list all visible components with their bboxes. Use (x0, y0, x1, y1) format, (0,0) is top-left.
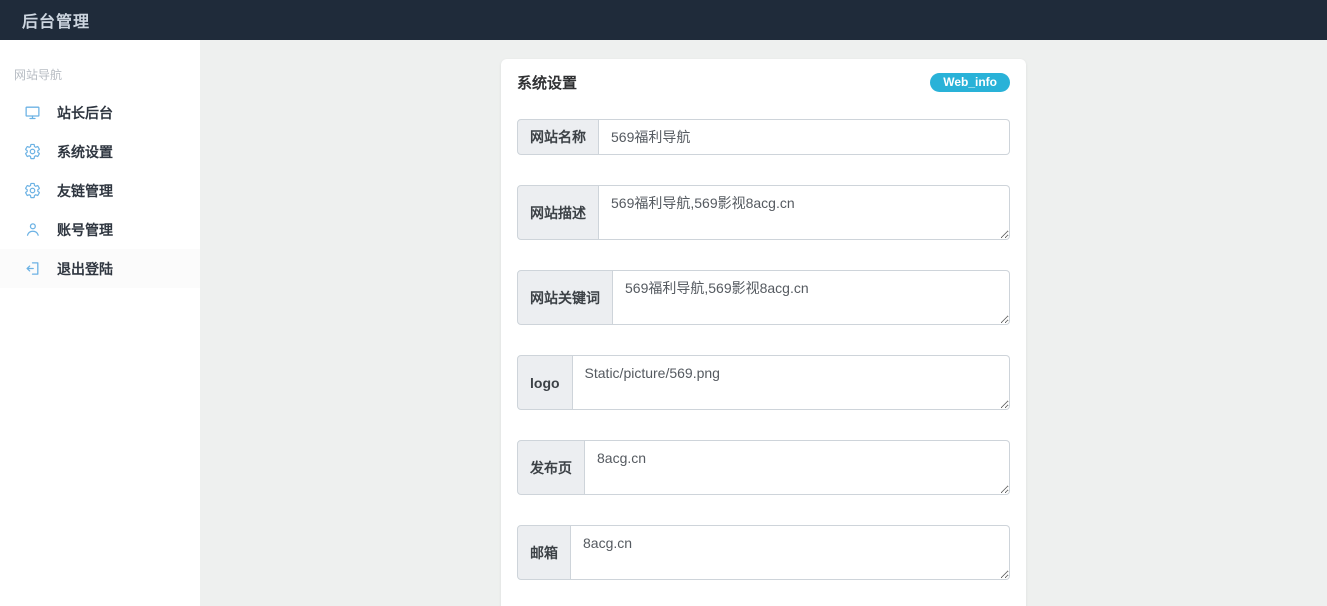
field-input-5[interactable] (585, 440, 1010, 495)
form-field-row: 邮箱 (517, 525, 1010, 580)
field-input-1[interactable] (599, 119, 1010, 155)
field-label: 邮箱 (517, 525, 571, 580)
layout: 网站导航 站长后台 系统设置 友链管理 账号管理 退出登陆 系统设置 Web_i… (0, 40, 1327, 606)
logout-icon (24, 260, 41, 277)
field-label: 网站描述 (517, 185, 599, 240)
field-label: logo (517, 355, 573, 410)
gear-icon (24, 182, 41, 199)
sidebar: 网站导航 站长后台 系统设置 友链管理 账号管理 退出登陆 (0, 40, 200, 606)
sidebar-item-label: 站长后台 (57, 103, 113, 123)
field-input-2[interactable] (599, 185, 1010, 240)
sidebar-item-1[interactable]: 站长后台 (0, 93, 200, 132)
form-field-row: 网站关键词 (517, 270, 1010, 325)
card-title: 系统设置 (517, 72, 577, 93)
field-label: 网站名称 (517, 119, 599, 155)
sidebar-item-3[interactable]: 友链管理 (0, 171, 200, 210)
sidebar-item-label: 友链管理 (57, 181, 113, 201)
sidebar-item-2[interactable]: 系统设置 (0, 132, 200, 171)
web-info-badge: Web_info (930, 73, 1010, 92)
form-field-row: 网站名称 (517, 119, 1010, 155)
field-input-6[interactable] (571, 525, 1010, 580)
sidebar-section-label: 网站导航 (0, 60, 200, 93)
sidebar-item-label: 退出登陆 (57, 259, 113, 279)
monitor-icon (24, 104, 41, 121)
form-field-row: logo (517, 355, 1010, 410)
user-icon (24, 221, 41, 238)
main-content: 系统设置 Web_info 网站名称 网站描述 网站关键词 logo 发布页 邮… (200, 40, 1327, 606)
form-field-row: 发布页 (517, 440, 1010, 495)
sidebar-menu: 站长后台 系统设置 友链管理 账号管理 退出登陆 (0, 93, 200, 288)
field-input-4[interactable] (573, 355, 1010, 410)
sidebar-item-4[interactable]: 账号管理 (0, 210, 200, 249)
field-input-3[interactable] (613, 270, 1010, 325)
field-label: 发布页 (517, 440, 585, 495)
form-field-row: 网站描述 (517, 185, 1010, 240)
sidebar-item-5[interactable]: 退出登陆 (0, 249, 200, 288)
app-title: 后台管理 (0, 8, 90, 32)
sidebar-item-label: 账号管理 (57, 220, 113, 240)
settings-card: 系统设置 Web_info 网站名称 网站描述 网站关键词 logo 发布页 邮… (501, 59, 1026, 606)
field-label: 网站关键词 (517, 270, 613, 325)
settings-form: 网站名称 网站描述 网站关键词 logo 发布页 邮箱 (517, 119, 1010, 580)
gear-icon (24, 143, 41, 160)
sidebar-item-label: 系统设置 (57, 142, 113, 162)
app-header: 后台管理 (0, 0, 1327, 40)
card-header: 系统设置 Web_info (517, 72, 1010, 93)
